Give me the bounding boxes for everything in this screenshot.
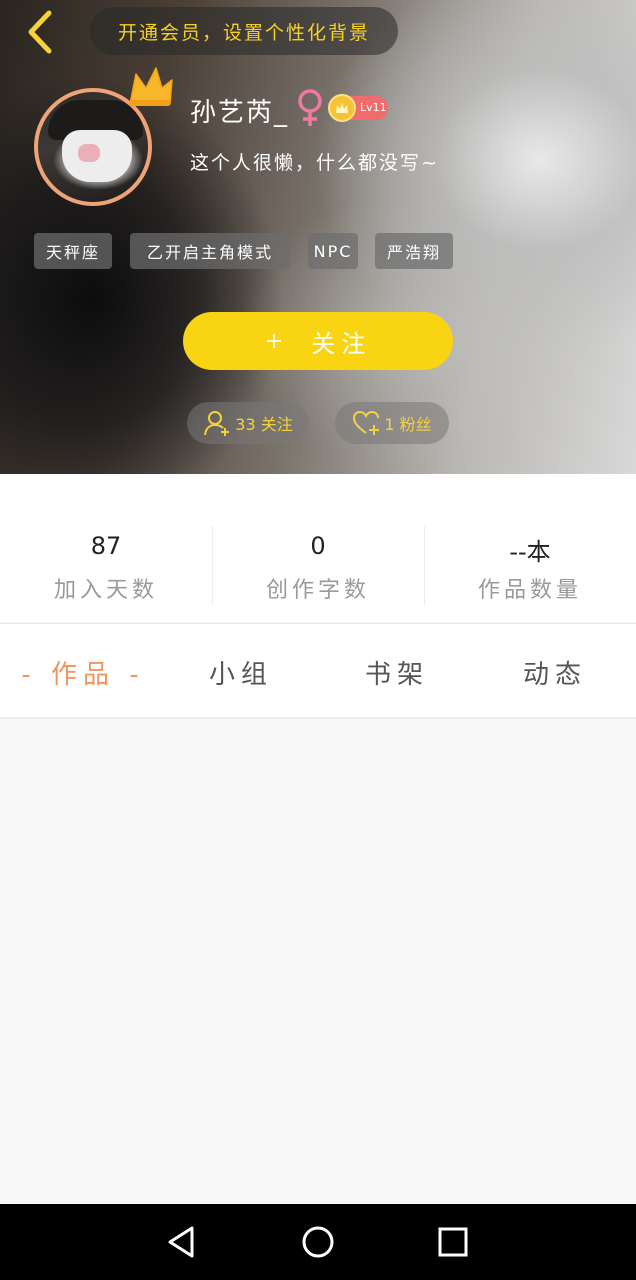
person-add-icon [204, 411, 230, 436]
signature: 这个人很懒，什么都没写~ [190, 152, 439, 174]
follow-label: 关注 [311, 329, 372, 358]
level-crown-icon [328, 94, 356, 122]
following-count: 33 关注 [235, 415, 293, 434]
tag-protagonist-mode[interactable]: 乙开启主角模式 [130, 233, 290, 269]
tag-zodiac[interactable]: 天秤座 [34, 233, 112, 269]
profile-header: 开通会员，设置个性化背景 孙艺芮_ Lv11 这个人很懒，什么都没写~ 天秤座 … [0, 0, 636, 474]
stat-join-days: 87 加入天数 [0, 474, 212, 622]
level-badge: Lv11 [328, 94, 388, 122]
follow-plus: + [264, 328, 290, 354]
crown-icon [129, 67, 173, 106]
female-icon [298, 89, 322, 126]
tab-groups[interactable]: 小组 [166, 624, 316, 720]
tab-works[interactable]: - 作品 - [0, 624, 166, 720]
stat-label: 创作字数 [265, 578, 370, 603]
level-text: Lv11 [360, 101, 387, 114]
following-pill[interactable]: 33 关注 [187, 402, 309, 444]
vip-banner[interactable]: 开通会员，设置个性化背景 [90, 7, 398, 55]
stat-works-count: --本 作品数量 [424, 474, 636, 622]
profile-tabs: - 作品 - 小组 书架 动态 [0, 623, 636, 719]
stat-value: 87 [90, 532, 122, 560]
fans-pill[interactable]: 1 粉丝 [335, 402, 449, 444]
back-button[interactable] [18, 8, 62, 56]
tag-npc[interactable]: NPC [308, 233, 358, 269]
follow-button[interactable]: + 关注 [183, 312, 453, 370]
tab-content-area [0, 721, 636, 1204]
heart-add-icon [353, 410, 380, 435]
stat-value: 0 [310, 532, 326, 560]
tag-name[interactable]: 严浩翔 [375, 233, 453, 269]
stat-value: --本 [509, 538, 551, 566]
stat-word-count: 0 创作字数 [212, 474, 424, 622]
stat-label: 加入天数 [53, 578, 158, 603]
stats-bar: 87 加入天数 0 创作字数 --本 作品数量 [0, 474, 636, 622]
back-arrow-icon [28, 10, 52, 54]
system-navbar [0, 1204, 636, 1280]
stat-label: 作品数量 [477, 578, 582, 603]
back-triangle-icon[interactable] [164, 1224, 200, 1260]
nickname: 孙艺芮_ [190, 98, 290, 128]
tab-bookshelf[interactable]: 书架 [322, 624, 472, 720]
tab-activity[interactable]: 动态 [480, 624, 630, 720]
recents-square-icon[interactable] [435, 1224, 471, 1260]
fans-count: 1 粉丝 [384, 415, 432, 434]
home-circle-icon[interactable] [300, 1224, 336, 1260]
